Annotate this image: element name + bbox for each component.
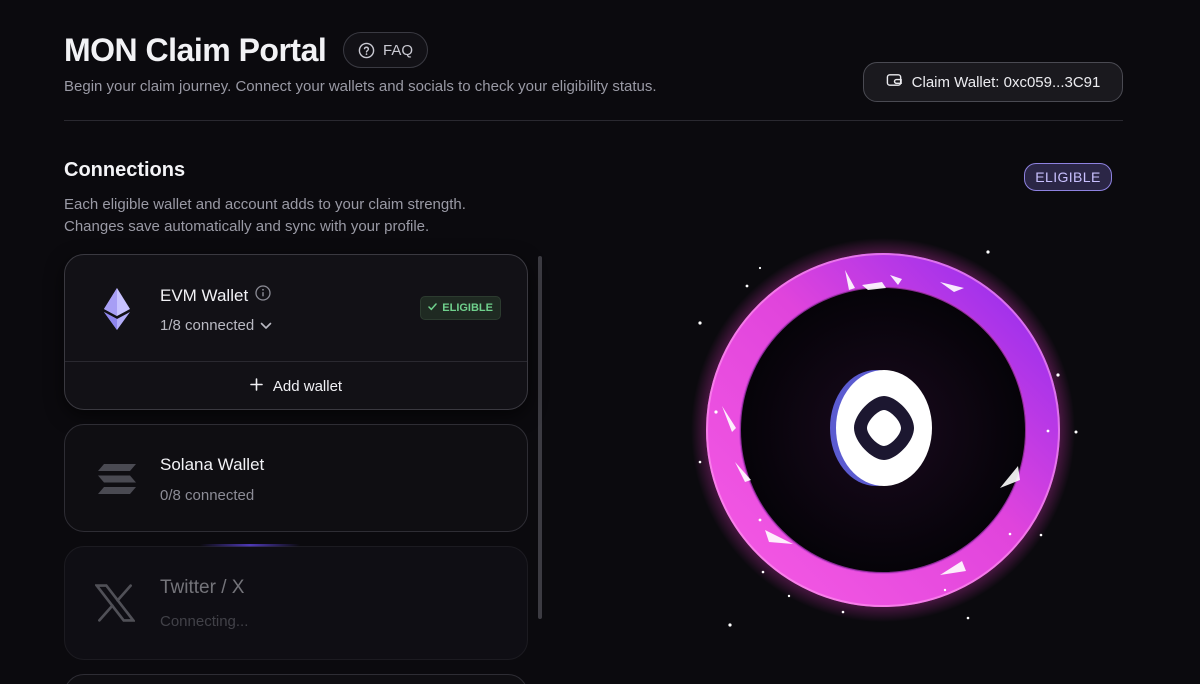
plus-icon xyxy=(250,378,263,395)
page-header: MON Claim Portal FAQ Begin your claim jo… xyxy=(64,30,1123,122)
page-subtitle: Begin your claim journey. Connect your w… xyxy=(64,78,657,95)
evm-wallet-card: EVM Wallet 1/8 connected ELIGIBLE Add wa… xyxy=(64,254,528,410)
evm-wallet-name: EVM Wallet xyxy=(160,285,271,306)
info-icon[interactable] xyxy=(255,285,271,306)
ethereum-icon xyxy=(97,287,137,331)
claim-wallet-button[interactable]: Claim Wallet: 0xc059...3C91 xyxy=(863,62,1123,102)
solana-icon xyxy=(97,457,137,501)
solana-wallet-card[interactable]: Solana Wallet 0/8 connected xyxy=(64,424,528,532)
add-wallet-button[interactable]: Add wallet xyxy=(65,361,527,411)
twitter-name: Twitter / X xyxy=(160,577,245,598)
solana-wallet-name: Solana Wallet xyxy=(160,455,265,474)
solana-connected-status: 0/8 connected xyxy=(160,487,255,504)
check-icon xyxy=(428,302,438,314)
eligibility-badge: ELIGIBLE xyxy=(1024,163,1112,191)
header-divider xyxy=(64,120,1123,121)
chevron-down-icon xyxy=(260,317,272,334)
connections-scrollbar[interactable] xyxy=(538,256,542,619)
twitter-card[interactable]: Twitter / X Connecting... xyxy=(64,546,528,660)
evm-connected-dropdown[interactable]: 1/8 connected xyxy=(160,317,272,334)
wallet-icon xyxy=(886,72,903,92)
page-title: MON Claim Portal xyxy=(64,32,327,68)
faq-button[interactable]: FAQ xyxy=(343,32,428,68)
faq-label: FAQ xyxy=(382,41,413,59)
connections-description: Each eligible wallet and account adds to… xyxy=(64,196,466,235)
claim-wallet-label: Claim Wallet: 0xc059...3C91 xyxy=(911,73,1101,91)
connections-title: Connections xyxy=(64,159,186,181)
eligibility-ring-visual xyxy=(640,230,1110,660)
twitter-status: Connecting... xyxy=(160,613,249,630)
next-connection-card[interactable] xyxy=(64,674,528,684)
x-icon xyxy=(95,581,135,625)
question-icon xyxy=(358,42,375,59)
evm-eligible-badge: ELIGIBLE xyxy=(420,296,501,320)
